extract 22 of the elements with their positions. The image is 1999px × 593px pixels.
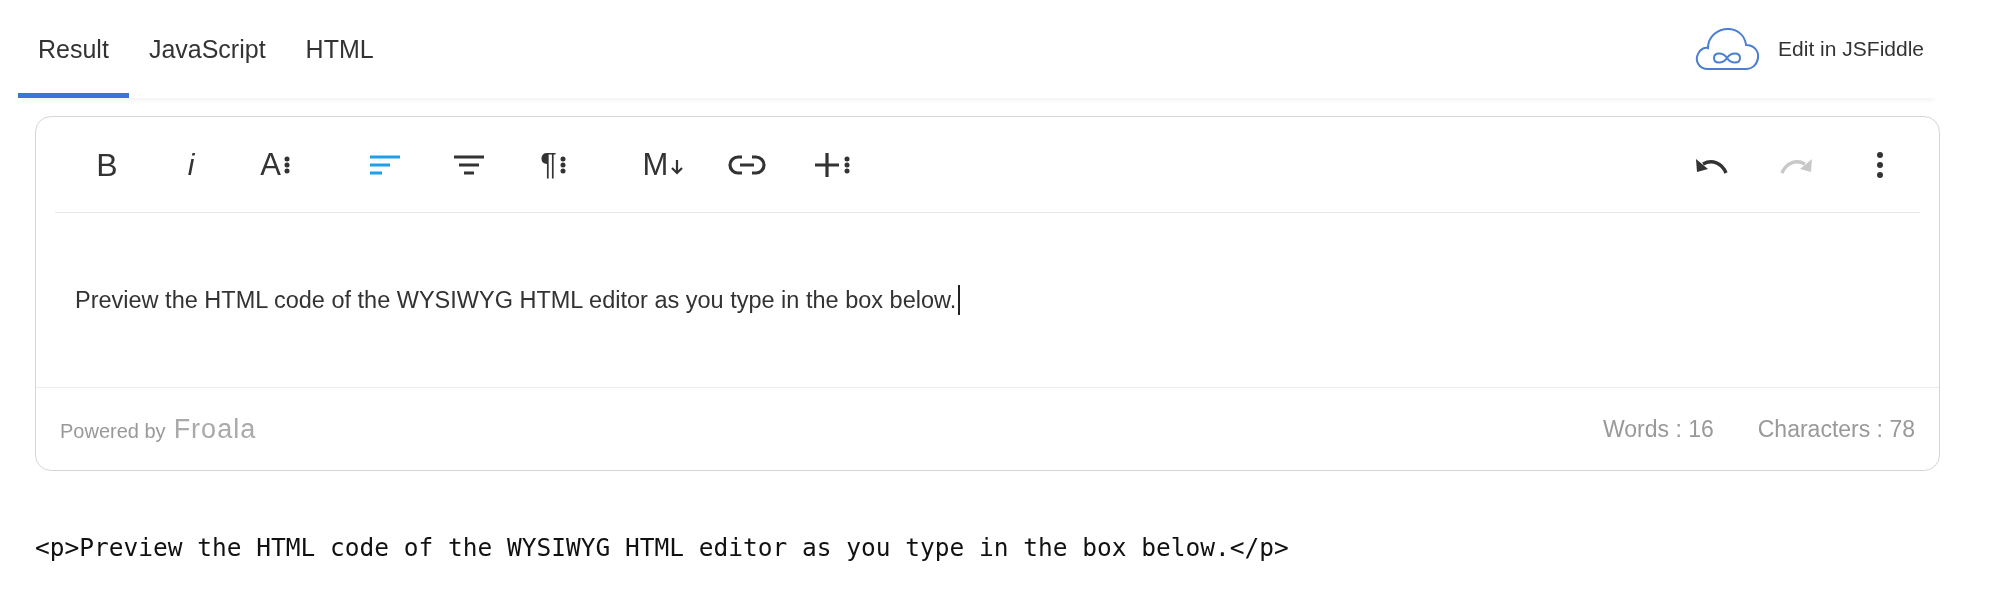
paragraph-button[interactable]: ¶ bbox=[523, 137, 583, 192]
bold-button[interactable]: B bbox=[77, 137, 137, 192]
font-size-button[interactable]: A bbox=[245, 137, 305, 192]
markdown-button[interactable]: M bbox=[633, 137, 693, 192]
word-count: Words : 16 bbox=[1602, 415, 1714, 443]
plus-icon bbox=[812, 150, 841, 179]
editor-text[interactable]: Preview the HTML code of the WYSIWYG HTML editor as you type in the box below. bbox=[75, 286, 957, 314]
cloud-icon bbox=[1694, 27, 1761, 71]
tab[interactable]: HTML bbox=[285, 0, 394, 98]
character-count: Characters : 78 bbox=[1757, 415, 1915, 443]
edit-link-label: Edit in JSFiddle bbox=[1778, 37, 1924, 61]
italic-button[interactable]: i bbox=[161, 137, 221, 192]
powered-by-label: Powered by bbox=[60, 419, 166, 443]
tab[interactable]: Result bbox=[18, 0, 129, 98]
text-cursor bbox=[958, 285, 961, 315]
more-icon bbox=[1876, 150, 1884, 179]
link-icon bbox=[728, 153, 766, 176]
edit-in-jsfiddle-link[interactable]: Edit in JSFiddle bbox=[1694, 0, 1938, 98]
tab[interactable]: JavaScript bbox=[128, 0, 286, 98]
align-left-icon bbox=[368, 153, 402, 176]
html-output: <p>Preview the HTML code of the WYSIWYG HTML editor as you type in the box below.</p> bbox=[35, 533, 1290, 562]
align-center-icon bbox=[452, 153, 486, 176]
